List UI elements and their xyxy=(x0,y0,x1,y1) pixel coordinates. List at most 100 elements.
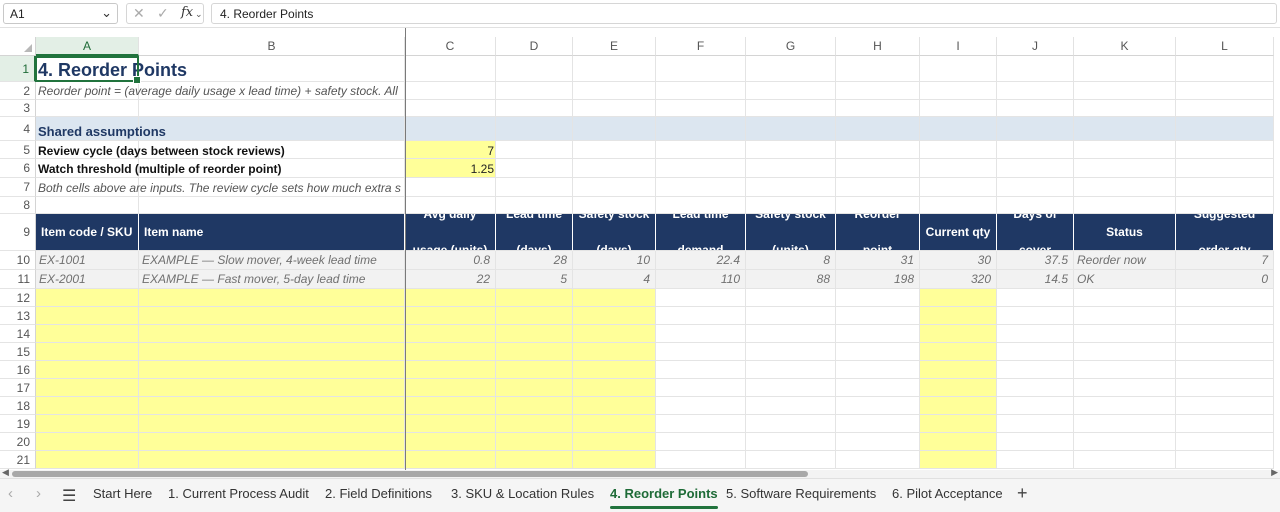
example-cell[interactable]: 8 xyxy=(746,251,836,270)
cell[interactable] xyxy=(746,100,836,117)
input-cell[interactable] xyxy=(573,397,656,415)
input-cell[interactable] xyxy=(836,451,920,469)
cell[interactable] xyxy=(573,56,656,82)
example-cell[interactable]: 14.5 xyxy=(997,270,1074,289)
input-cell[interactable] xyxy=(36,415,139,433)
cell[interactable] xyxy=(405,100,496,117)
select-all-corner[interactable] xyxy=(0,37,36,56)
cell[interactable] xyxy=(405,197,496,214)
cell[interactable] xyxy=(656,197,746,214)
input-cell[interactable] xyxy=(139,397,405,415)
cancel-icon[interactable]: ✕ xyxy=(133,5,145,22)
cell[interactable] xyxy=(746,82,836,100)
cell[interactable] xyxy=(836,178,920,197)
cell[interactable] xyxy=(997,56,1074,82)
cell[interactable] xyxy=(836,117,920,141)
add-sheet-icon[interactable]: + xyxy=(1017,483,1028,504)
table-header-cell[interactable]: Safety stock (days) xyxy=(573,214,656,251)
input-cell[interactable] xyxy=(997,325,1074,343)
row-header-5[interactable]: 5 xyxy=(0,141,36,159)
cell[interactable] xyxy=(1074,178,1176,197)
sheet-tab[interactable]: 3. SKU & Location Rules xyxy=(442,479,603,511)
column-header-h[interactable]: H xyxy=(836,37,920,56)
example-cell[interactable]: 0.8 xyxy=(405,251,496,270)
input-cell[interactable] xyxy=(36,433,139,451)
input-cell[interactable] xyxy=(139,361,405,379)
row-header-18[interactable]: 18 xyxy=(0,397,36,415)
column-header-j[interactable]: J xyxy=(997,37,1074,56)
column-header-f[interactable]: F xyxy=(656,37,746,56)
input-cell[interactable] xyxy=(997,433,1074,451)
input-cell[interactable] xyxy=(405,289,496,307)
example-cell[interactable]: 110 xyxy=(656,270,746,289)
cell[interactable] xyxy=(1176,197,1274,214)
row-header-8[interactable]: 8 xyxy=(0,197,36,214)
cell[interactable] xyxy=(836,82,920,100)
cell[interactable] xyxy=(496,100,573,117)
cell[interactable] xyxy=(656,82,746,100)
input-cell[interactable] xyxy=(1176,325,1274,343)
row-header-11[interactable]: 11 xyxy=(0,270,36,289)
table-header-cell[interactable]: Item name xyxy=(139,214,405,251)
input-cell[interactable] xyxy=(405,397,496,415)
input-cell[interactable] xyxy=(920,343,997,361)
all-sheets-menu-icon[interactable]: ☰ xyxy=(62,486,76,506)
review-cycle-input[interactable]: 7 xyxy=(406,144,494,158)
cell[interactable] xyxy=(496,117,573,141)
example-cell[interactable]: 0 xyxy=(1176,270,1274,289)
input-cell[interactable] xyxy=(656,415,746,433)
input-cell[interactable] xyxy=(1074,451,1176,469)
input-cell[interactable] xyxy=(496,307,573,325)
input-cell[interactable] xyxy=(656,343,746,361)
input-cell[interactable] xyxy=(36,343,139,361)
input-cell[interactable] xyxy=(836,433,920,451)
input-cell[interactable] xyxy=(1176,289,1274,307)
input-cell[interactable] xyxy=(405,415,496,433)
table-header-cell[interactable]: Days of cover xyxy=(997,214,1074,251)
input-cell[interactable] xyxy=(656,397,746,415)
input-cell[interactable] xyxy=(746,361,836,379)
cell[interactable] xyxy=(573,82,656,100)
input-cell[interactable] xyxy=(1074,307,1176,325)
column-header-i[interactable]: I xyxy=(920,37,997,56)
input-cell[interactable] xyxy=(920,415,997,433)
cell[interactable] xyxy=(1074,82,1176,100)
cell[interactable] xyxy=(746,159,836,178)
input-cell[interactable] xyxy=(405,343,496,361)
scrollbar-thumb[interactable] xyxy=(12,471,808,477)
input-cell[interactable] xyxy=(746,397,836,415)
input-cell[interactable] xyxy=(1176,307,1274,325)
input-cell[interactable] xyxy=(1074,361,1176,379)
input-cell[interactable] xyxy=(405,379,496,397)
name-box[interactable]: A1 ⌄ xyxy=(3,3,118,24)
example-cell[interactable]: Reorder now xyxy=(1074,251,1176,270)
cell[interactable] xyxy=(836,100,920,117)
row-header-14[interactable]: 14 xyxy=(0,325,36,343)
cell[interactable] xyxy=(405,56,496,82)
input-cell[interactable] xyxy=(1176,397,1274,415)
row-header-1[interactable]: 1 xyxy=(0,56,36,82)
input-cell[interactable] xyxy=(836,361,920,379)
input-cell[interactable] xyxy=(1074,379,1176,397)
cell[interactable] xyxy=(920,178,997,197)
input-cell[interactable] xyxy=(496,325,573,343)
input-cell[interactable] xyxy=(36,361,139,379)
cell[interactable] xyxy=(573,100,656,117)
cell[interactable] xyxy=(496,82,573,100)
chevron-down-icon[interactable]: ⌄ xyxy=(195,9,203,20)
formula-input[interactable]: 4. Reorder Points xyxy=(211,3,1277,24)
cell[interactable] xyxy=(836,159,920,178)
horizontal-scrollbar[interactable]: ◀ ▶ xyxy=(0,467,1280,478)
input-cell[interactable] xyxy=(496,289,573,307)
row-header-19[interactable]: 19 xyxy=(0,415,36,433)
cell[interactable] xyxy=(920,141,997,159)
row-header-15[interactable]: 15 xyxy=(0,343,36,361)
input-cell[interactable] xyxy=(836,379,920,397)
input-cell[interactable] xyxy=(920,361,997,379)
cell[interactable] xyxy=(656,159,746,178)
cell[interactable] xyxy=(1176,82,1274,100)
input-cell[interactable] xyxy=(139,325,405,343)
cell[interactable] xyxy=(746,56,836,82)
sheet-tab[interactable]: 6. Pilot Acceptance xyxy=(883,479,1012,511)
cell[interactable] xyxy=(405,178,496,197)
